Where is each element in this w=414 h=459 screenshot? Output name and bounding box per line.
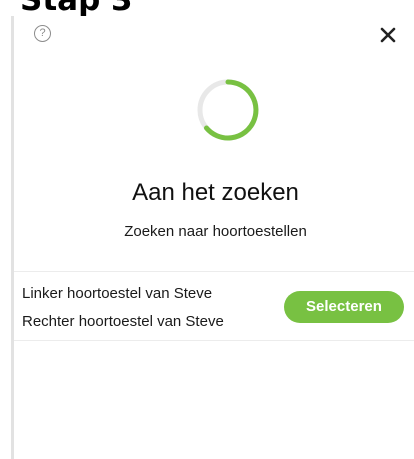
help-icon[interactable]: ? — [34, 25, 51, 42]
close-icon[interactable] — [380, 27, 396, 43]
searching-subtitle: Zoeken naar hoortoestellen — [124, 223, 307, 240]
device-name-right: Rechter hoortoestel van Steve — [22, 313, 224, 330]
search-dialog: ? Aan het zoeken Zoeken naar hoortoestel… — [11, 16, 414, 459]
device-name-left: Linker hoortoestel van Steve — [22, 285, 213, 302]
searching-title: Aan het zoeken — [132, 179, 299, 206]
loading-spinner-icon — [197, 79, 259, 141]
found-device-row: Linker hoortoestel van Steve Rechter hoo… — [14, 271, 414, 341]
select-button[interactable]: Selecteren — [284, 291, 404, 323]
